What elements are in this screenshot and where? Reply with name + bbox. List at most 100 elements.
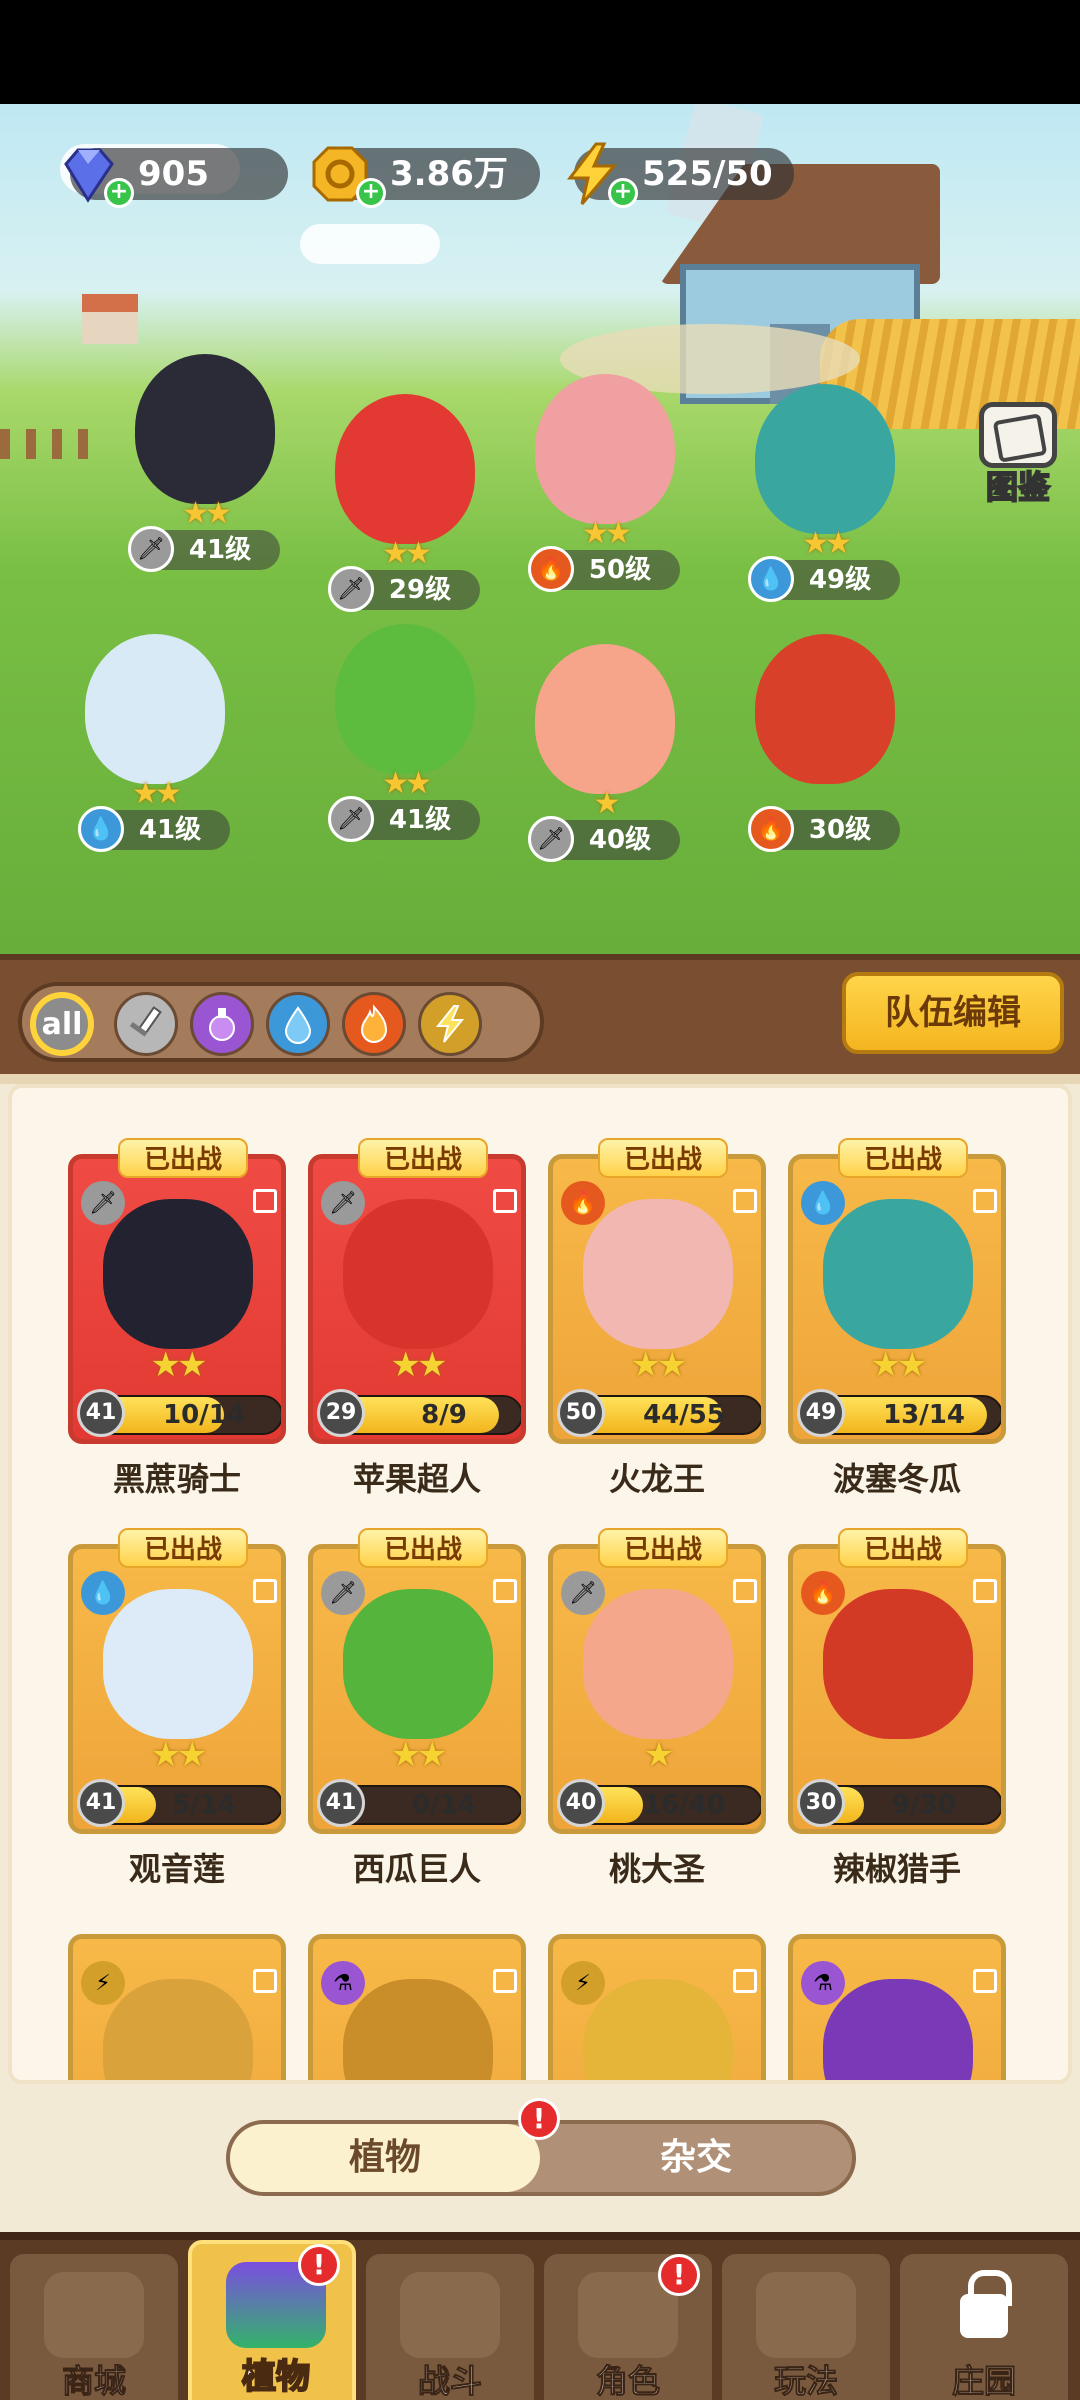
deployed-badge: 已出战	[358, 1528, 488, 1568]
plant-portrait	[343, 1979, 493, 2080]
plant-name: 辣椒猎手	[832, 1850, 961, 1888]
app-root: + 905 + 3.86万 + 525/50 图鉴 ★★ 41级 🗡 ★★ 29级 🗡 ★★…	[0, 0, 1080, 2400]
card-frame: ★★ 29 8/9 🗡	[308, 1154, 526, 1444]
card-progress-text: 44/55	[643, 1400, 725, 1430]
plant-card[interactable]: ⚗	[788, 1918, 1006, 2080]
plant-card[interactable]: ⚡	[68, 1918, 286, 2080]
nav-tab-3[interactable]: 角色!	[544, 2254, 712, 2400]
add-energy-icon[interactable]: +	[608, 178, 638, 208]
formation-icon	[733, 1189, 757, 1213]
potion-icon: ⚗	[801, 1961, 845, 2005]
field-unit[interactable]: ★ 40级 🗡	[520, 644, 690, 884]
plant-portrait	[823, 1589, 973, 1739]
nav-tab-1[interactable]: 植物!	[188, 2240, 356, 2400]
field-unit[interactable]: ★★ 41级 🗡	[320, 624, 490, 864]
status-bar	[0, 0, 1080, 104]
nav-tab-label: 角色	[595, 2362, 660, 2400]
plant-card[interactable]: ⚡	[548, 1918, 766, 2080]
plants-tab[interactable]: 植物	[230, 2124, 540, 2192]
energy-counter[interactable]: + 525/50	[566, 142, 794, 208]
sword-icon: 🗡	[328, 796, 374, 842]
plant-portrait	[583, 1589, 733, 1739]
plant-card[interactable]: ★ 40 16/40 🗡 已出战 桃大圣	[548, 1528, 766, 1888]
deployed-badge: 已出战	[118, 1138, 248, 1178]
hybrid-tab[interactable]: 杂交	[540, 2124, 852, 2192]
plant-name: 西瓜巨人	[352, 1850, 481, 1888]
add-gold-icon[interactable]: +	[356, 178, 386, 208]
fire-icon: 🔥	[528, 546, 574, 592]
card-progress-text: 8/9	[421, 1400, 467, 1430]
filter-all-button[interactable]: all	[30, 992, 94, 1056]
card-level: 50	[557, 1389, 605, 1437]
nav-tab-0[interactable]: 商城	[10, 2254, 178, 2400]
gem-counter[interactable]: + 905	[64, 148, 288, 208]
nav-tab-label: 庄园	[951, 2362, 1016, 2400]
add-gems-icon[interactable]: +	[104, 178, 134, 208]
card-level: 29	[317, 1389, 365, 1437]
nav-tab-5[interactable]: 庄园	[900, 2254, 1068, 2400]
lightning-icon: ⚡	[561, 1961, 605, 2005]
nav-tab-4[interactable]: 玩法	[722, 2254, 890, 2400]
card-frame: ⚗	[308, 1934, 526, 2080]
sword-icon: 🗡	[128, 526, 174, 572]
filter-lightning-button[interactable]	[418, 992, 482, 1056]
plant-portrait	[343, 1199, 493, 1349]
field-unit[interactable]: ★★ 41级 🗡	[120, 354, 290, 594]
plant-card[interactable]: ★★ 41 0/14 🗡 已出战 西瓜巨人	[308, 1528, 526, 1888]
filter-sword-button[interactable]	[114, 992, 178, 1056]
unit-character	[135, 354, 275, 504]
sword-icon: 🗡	[528, 816, 574, 862]
book-icon	[979, 402, 1057, 468]
formation-icon	[493, 1189, 517, 1213]
alert-badge-icon: !	[658, 2254, 700, 2296]
plant-card[interactable]: ★★ 41 10/14 🗡 已出战 黑蔗骑士	[68, 1138, 286, 1498]
plant-card[interactable]: ★★ 50 44/55 🔥 已出战 火龙王	[548, 1138, 766, 1498]
card-stars: ★★	[150, 1735, 208, 1775]
card-stars: ★★	[390, 1345, 448, 1385]
card-stars: ★★	[870, 1345, 928, 1385]
cloud	[300, 224, 440, 264]
potion-icon: ⚗	[321, 1961, 365, 2005]
unit-character	[85, 634, 225, 784]
field-unit[interactable]: ★★ 50级 🔥	[520, 374, 690, 614]
field-unit[interactable]: ★★ 49级 💧	[740, 384, 910, 624]
card-frame: ⚡	[548, 1934, 766, 2080]
plant-card-grid[interactable]: ★★ 41 10/14 🗡 已出战 黑蔗骑士 ★★ 29 8/9 🗡 已出战 苹果超人 ★★ 50 44/5…	[8, 1084, 1072, 2084]
filter-potion-button[interactable]	[190, 992, 254, 1056]
plant-card[interactable]: ★★ 29 8/9 🗡 已出战 苹果超人	[308, 1138, 526, 1498]
nav-tab-2[interactable]: 战斗	[366, 2254, 534, 2400]
card-stars: ★	[643, 1735, 674, 1775]
card-frame: ★★ 41 5/14 💧	[68, 1544, 286, 1834]
plant-name: 桃大圣	[608, 1850, 705, 1888]
lightning-icon: ⚡	[81, 1961, 125, 2005]
card-frame: ⚡	[68, 1934, 286, 2080]
card-progress-text: 13/14	[883, 1400, 965, 1430]
nav-tab-illustration	[44, 2272, 144, 2358]
filter-water-button[interactable]	[266, 992, 330, 1056]
plant-card[interactable]: ★★ 41 5/14 💧 已出战 观音莲	[68, 1528, 286, 1888]
plant-card[interactable]: ★★ 49 13/14 💧 已出战 波塞冬瓜	[788, 1138, 1006, 1498]
plant-name: 苹果超人	[352, 1460, 481, 1498]
gold-counter[interactable]: + 3.86万	[312, 146, 540, 208]
filter-fire-button[interactable]	[342, 992, 406, 1056]
team-edit-button[interactable]: 队伍编辑	[842, 972, 1064, 1054]
codex-button[interactable]: 图鉴	[970, 402, 1066, 512]
nav-tab-label: 战斗	[417, 2362, 482, 2400]
sword-icon: 🗡	[328, 566, 374, 612]
plant-portrait	[583, 1199, 733, 1349]
formation-icon	[973, 1579, 997, 1603]
field-unit[interactable]: ★★ 41级 💧	[70, 634, 240, 874]
plant-portrait	[103, 1979, 253, 2080]
card-level: 49	[797, 1389, 845, 1437]
formation-icon	[973, 1969, 997, 1993]
formation-icon	[253, 1969, 277, 1993]
card-progress-text: 0/14	[412, 1790, 476, 1820]
field-unit[interactable]: 30级 🔥	[740, 634, 910, 874]
field-unit[interactable]: ★★ 29级 🗡	[320, 394, 490, 634]
unit-character	[335, 624, 475, 774]
plant-card[interactable]: ⚗	[308, 1918, 526, 2080]
plant-name: 波塞冬瓜	[832, 1460, 961, 1498]
card-stars: ★★	[390, 1735, 448, 1775]
plant-card[interactable]: 30 9/30 🔥 已出战 辣椒猎手	[788, 1528, 1006, 1888]
card-level: 41	[77, 1779, 125, 1827]
